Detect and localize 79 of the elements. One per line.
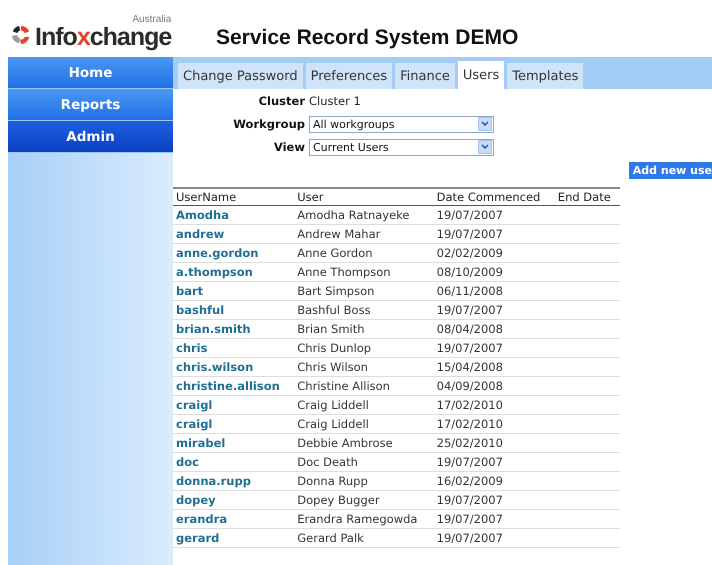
table-cell: 06/11/2008 bbox=[436, 284, 503, 298]
column-header: User bbox=[294, 188, 434, 206]
username-link[interactable]: mirabel bbox=[176, 436, 226, 450]
table-cell: 02/02/2009 bbox=[436, 246, 503, 260]
table-cell: Erandra Ramegowda bbox=[297, 512, 418, 526]
logo-icon bbox=[10, 24, 32, 46]
table-cell: 19/07/2007 bbox=[436, 341, 503, 355]
field-label: Workgroup bbox=[232, 117, 306, 131]
table-cell: Anne Thompson bbox=[297, 265, 391, 279]
add-user-button[interactable]: Add new use bbox=[628, 162, 712, 179]
nav-item[interactable]: Admin bbox=[8, 121, 173, 153]
logo-region: Australia bbox=[132, 15, 172, 25]
table-cell: 19/07/2007 bbox=[436, 455, 503, 469]
table-cell: Donna Rupp bbox=[297, 474, 368, 488]
table-cell: Chris Wilson bbox=[297, 360, 368, 374]
username-link[interactable]: bashful bbox=[176, 303, 224, 317]
username-link[interactable]: anne.gordon bbox=[176, 246, 258, 260]
column-header: UserName bbox=[173, 188, 294, 206]
table-cell: 17/02/2010 bbox=[436, 398, 503, 412]
dropdown[interactable]: All workgroups bbox=[309, 116, 494, 132]
username-link[interactable]: christine.allison bbox=[176, 379, 280, 393]
tab[interactable]: Change Password bbox=[178, 63, 303, 89]
table-cell: Chris Dunlop bbox=[297, 341, 372, 355]
column-header: Date Commenced bbox=[434, 188, 555, 206]
username-link[interactable]: Amodha bbox=[176, 208, 229, 222]
table-cell: 16/02/2009 bbox=[436, 474, 503, 488]
dropdown[interactable]: Current Users bbox=[309, 138, 494, 156]
table-cell: Bashful Boss bbox=[297, 303, 371, 317]
table-cell: Brian Smith bbox=[297, 322, 365, 336]
table-cell: 19/07/2007 bbox=[436, 531, 503, 545]
table-cell: 15/04/2008 bbox=[436, 360, 503, 374]
username-link[interactable]: craigl bbox=[176, 417, 212, 431]
username-link[interactable]: chris.wilson bbox=[176, 360, 254, 374]
table-cell: Craig Liddell bbox=[297, 417, 369, 431]
table-cell: 19/07/2007 bbox=[436, 493, 503, 507]
page-title: Service Record System DEMO bbox=[216, 26, 518, 51]
table-cell: Dopey Bugger bbox=[297, 493, 380, 507]
nav-item[interactable]: Reports bbox=[8, 89, 173, 121]
table-cell: 17/02/2010 bbox=[436, 417, 503, 431]
username-link[interactable]: bart bbox=[176, 284, 204, 298]
username-link[interactable]: donna.rupp bbox=[176, 474, 251, 488]
username-link[interactable]: chris bbox=[176, 341, 208, 355]
table-cell: 08/04/2008 bbox=[436, 322, 503, 336]
username-link[interactable]: erandra bbox=[176, 512, 228, 526]
username-link[interactable]: dopey bbox=[176, 493, 216, 507]
field-label: View bbox=[272, 140, 306, 154]
table-cell: 25/02/2010 bbox=[436, 436, 503, 450]
username-link[interactable]: craigl bbox=[176, 398, 212, 412]
username-link[interactable]: gerard bbox=[176, 531, 220, 545]
username-link[interactable]: andrew bbox=[176, 227, 224, 241]
table-cell: Christine Allison bbox=[297, 379, 390, 393]
tab[interactable]: Users bbox=[458, 61, 504, 89]
tab[interactable]: Finance bbox=[395, 63, 455, 89]
table-cell: 08/10/2009 bbox=[436, 265, 503, 279]
table-cell: 19/07/2007 bbox=[436, 227, 503, 241]
table-cell: 19/07/2007 bbox=[436, 208, 503, 222]
table-cell: Andrew Mahar bbox=[297, 227, 380, 241]
username-link[interactable]: a.thompson bbox=[176, 265, 253, 279]
table-cell: Craig Liddell bbox=[297, 398, 369, 412]
table-cell: 04/09/2008 bbox=[436, 379, 503, 393]
column-header: End Date bbox=[554, 188, 620, 206]
field-value: Cluster 1 bbox=[309, 94, 361, 108]
table-cell: 19/07/2007 bbox=[436, 512, 503, 526]
logo-wordmark: Infoxchange bbox=[35, 25, 172, 49]
table-cell: Debbie Ambrose bbox=[297, 436, 393, 450]
field-label: Cluster bbox=[258, 94, 306, 108]
username-link[interactable]: brian.smith bbox=[176, 322, 251, 336]
table-cell: 19/07/2007 bbox=[436, 303, 503, 317]
chevron-down-icon bbox=[478, 117, 492, 131]
nav-item[interactable]: Home bbox=[8, 57, 173, 89]
tab[interactable]: Preferences bbox=[306, 63, 392, 89]
username-link[interactable]: doc bbox=[176, 455, 199, 469]
table-cell: Bart Simpson bbox=[297, 284, 374, 298]
table-cell: Amodha Ratnayeke bbox=[297, 208, 410, 222]
table-cell: Doc Death bbox=[297, 455, 358, 469]
table-cell: Gerard Palk bbox=[297, 531, 364, 545]
table-cell: Anne Gordon bbox=[297, 246, 373, 260]
chevron-down-icon bbox=[478, 140, 492, 154]
tab[interactable]: Templates bbox=[507, 63, 584, 89]
